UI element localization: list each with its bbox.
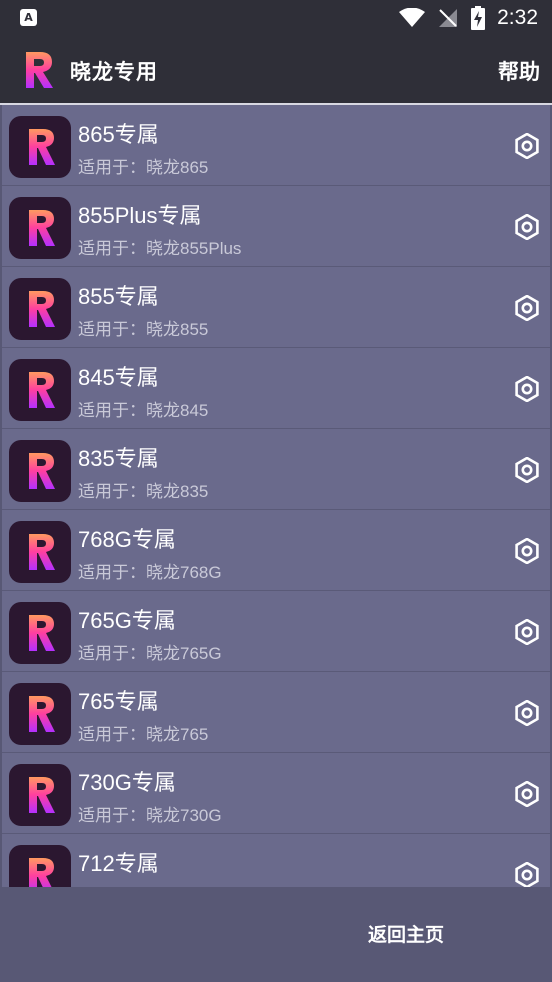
app-icon [9,278,71,340]
app-icon [9,845,71,887]
app-notification-icon: A [20,9,37,26]
r-logo-icon [29,210,55,246]
list-item[interactable]: 865专属 适用于：晓龙865 [2,105,550,186]
settings-icon[interactable] [514,214,540,240]
settings-icon[interactable] [514,781,540,807]
list-item[interactable]: 768G专属 适用于：晓龙768G [2,510,550,591]
item-title: 865专属 [78,122,159,147]
status-bar: A 2:32 [0,0,552,36]
app-icon [9,764,71,826]
item-title: 768G专属 [78,527,176,552]
item-subtitle: 适用于：晓龙865 [78,158,209,177]
r-logo-icon [29,534,55,570]
battery-charging-icon [471,6,486,30]
no-signal-icon [439,9,458,27]
app-logo-icon [26,52,53,88]
list-item[interactable]: 835专属 适用于：晓龙835 [2,429,550,510]
app-icon [9,116,71,178]
app-icon [9,683,71,745]
item-subtitle: 适用于：晓龙765 [78,725,209,744]
settings-icon[interactable] [514,133,540,159]
settings-icon[interactable] [514,457,540,483]
r-logo-icon [29,615,55,651]
item-title: 835专属 [78,446,159,471]
item-subtitle: 适用于：晓龙765G [78,644,222,663]
item-title: 855专属 [78,284,159,309]
r-logo-icon [29,777,55,813]
app-bar: 晓龙专用 帮助 [0,36,552,103]
item-title: 765G专属 [78,608,176,633]
status-icons: 2:32 [399,0,538,36]
item-title: 845专属 [78,365,159,390]
settings-icon[interactable] [514,376,540,402]
r-logo-icon [29,858,54,887]
list-item[interactable]: 855专属 适用于：晓龙855 [2,267,550,348]
wifi-icon [399,8,426,27]
item-title: 765专属 [78,689,159,714]
list-item[interactable]: 855Plus专属 适用于：晓龙855Plus [2,186,550,267]
r-logo-icon [29,453,55,489]
item-title: 855Plus专属 [78,203,202,228]
list-item[interactable]: 845专属 适用于：晓龙845 [2,348,550,429]
processor-list[interactable]: 865专属 适用于：晓龙865 855Plus专属 适用于：晓龙855Plus … [2,105,550,887]
r-logo-icon [29,291,55,327]
item-subtitle: 适用于：晓龙855 [78,320,209,339]
app-icon [9,197,71,259]
settings-icon[interactable] [514,700,540,726]
settings-icon[interactable] [514,862,540,887]
item-subtitle: 适用于：晓龙835 [78,482,209,501]
r-logo-icon [29,372,55,408]
app-icon [9,440,71,502]
list-item[interactable]: 765G专属 适用于：晓龙765G [2,591,550,672]
item-subtitle: 适用于：晓龙768G [78,563,222,582]
app-icon [9,521,71,583]
list-item[interactable]: 730G专属 适用于：晓龙730G [2,753,550,834]
footer: 返回主页 [0,887,552,982]
r-logo-icon [29,129,55,165]
clock: 2:32 [497,6,538,29]
app-icon [9,602,71,664]
help-button[interactable]: 帮助 [498,56,540,86]
item-subtitle: 适用于：晓龙730G [78,806,222,825]
return-home-button[interactable]: 返回主页 [368,920,444,947]
app-badge-letter: A [24,11,33,24]
item-subtitle: 适用于：晓龙855Plus [78,239,242,258]
settings-icon[interactable] [514,538,540,564]
item-subtitle: 适用于：晓龙845 [78,401,209,420]
r-logo-icon [29,696,55,732]
settings-icon[interactable] [514,295,540,321]
item-title: 730G专属 [78,770,176,795]
list-item[interactable]: 712专属 [2,834,550,887]
item-title: 712专属 [78,851,159,876]
list-item[interactable]: 765专属 适用于：晓龙765 [2,672,550,753]
settings-icon[interactable] [514,619,540,645]
app-icon [9,359,71,421]
page-title: 晓龙专用 [70,59,158,84]
